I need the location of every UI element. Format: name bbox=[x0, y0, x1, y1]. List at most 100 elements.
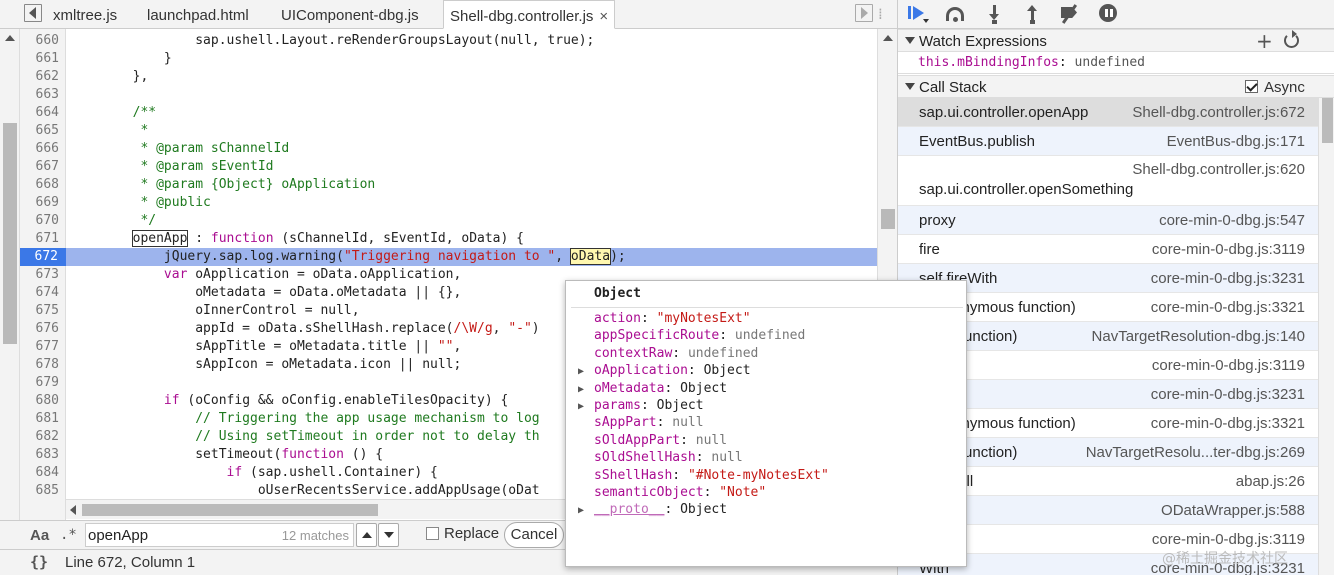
toggle-debugger-icon[interactable] bbox=[855, 4, 873, 22]
code-line[interactable]: 665 * bbox=[0, 122, 877, 140]
scrollbar-thumb[interactable] bbox=[1322, 98, 1333, 143]
frame-location[interactable]: NavTargetResolu...ter-dbg.js:269 bbox=[1086, 444, 1305, 461]
line-number[interactable]: 666 bbox=[20, 140, 59, 158]
code-line[interactable]: 671 openApp : function (sChannelId, sEve… bbox=[0, 230, 877, 248]
code-line[interactable]: 664 /** bbox=[0, 104, 877, 122]
line-number[interactable]: 684 bbox=[20, 464, 59, 482]
resume-icon[interactable] bbox=[907, 3, 929, 25]
line-number[interactable]: 678 bbox=[20, 356, 59, 374]
frame-location[interactable]: NavTargetResolution-dbg.js:140 bbox=[1092, 328, 1305, 345]
async-checkbox[interactable] bbox=[1245, 80, 1258, 93]
code-line[interactable]: 667 * @param sEventId bbox=[0, 158, 877, 176]
refresh-icon[interactable] bbox=[1284, 30, 1299, 48]
line-number[interactable]: 674 bbox=[20, 284, 59, 302]
scrollbar-thumb[interactable] bbox=[3, 123, 17, 344]
call-stack-scrollbar[interactable] bbox=[1318, 98, 1334, 575]
line-number[interactable]: 680 bbox=[20, 392, 59, 410]
line-number[interactable]: 661 bbox=[20, 50, 59, 68]
frame-location[interactable]: Shell-dbg.controller.js:672 bbox=[1132, 104, 1305, 121]
cancel-button[interactable]: Cancel bbox=[504, 522, 564, 548]
object-property[interactable]: ▶ oApplication: Object bbox=[578, 362, 751, 379]
expand-arrow-icon[interactable]: ▶ bbox=[578, 398, 594, 415]
line-number[interactable]: 676 bbox=[20, 320, 59, 338]
code-line[interactable]: 661 } bbox=[0, 50, 877, 68]
close-tab-icon[interactable]: × bbox=[599, 8, 608, 25]
tab-uicomponent[interactable]: UIComponent-dbg.js bbox=[281, 0, 419, 29]
frame-location[interactable]: EventBus-dbg.js:171 bbox=[1167, 133, 1305, 150]
code-line[interactable]: 669 * @public bbox=[0, 194, 877, 212]
scroll-left-icon[interactable] bbox=[70, 505, 76, 515]
step-out-icon[interactable] bbox=[1022, 3, 1044, 25]
match-case-toggle[interactable]: Aa bbox=[30, 527, 49, 544]
line-number[interactable]: 664 bbox=[20, 104, 59, 122]
frame-location[interactable]: core-min-0-dbg.js:3321 bbox=[1151, 415, 1305, 432]
find-next-button[interactable] bbox=[378, 523, 399, 547]
replace-checkbox[interactable] bbox=[426, 527, 439, 540]
line-number[interactable]: 679 bbox=[20, 374, 59, 392]
pretty-print-icon[interactable]: {} bbox=[30, 553, 48, 571]
code-line[interactable]: 670 */ bbox=[0, 212, 877, 230]
object-property[interactable]: ▶ params: Object bbox=[578, 397, 704, 414]
line-number[interactable]: 669 bbox=[20, 194, 59, 212]
code-line-current[interactable]: 672 jQuery.sap.log.warning("Triggering n… bbox=[0, 248, 877, 266]
pause-on-exceptions-icon[interactable] bbox=[1098, 3, 1120, 25]
watch-expressions-header[interactable]: Watch Expressions + bbox=[898, 29, 1334, 52]
call-frame[interactable]: proxy core-min-0-dbg.js:547 bbox=[898, 206, 1318, 235]
frame-location[interactable]: core-min-0-dbg.js:3119 bbox=[1152, 357, 1305, 374]
frame-location[interactable]: ODataWrapper.js:588 bbox=[1161, 502, 1305, 519]
line-number[interactable]: 683 bbox=[20, 446, 59, 464]
expand-arrow-icon[interactable]: ▶ bbox=[578, 363, 594, 380]
frame-location[interactable]: core-min-0-dbg.js:3321 bbox=[1151, 299, 1305, 316]
line-number[interactable]: 668 bbox=[20, 176, 59, 194]
line-number[interactable]: 682 bbox=[20, 428, 59, 446]
scroll-up-icon[interactable] bbox=[883, 35, 893, 41]
toggle-navigator-icon[interactable] bbox=[24, 4, 42, 22]
scroll-up-icon[interactable] bbox=[5, 35, 15, 41]
object-property[interactable]: ▶ oMetadata: Object bbox=[578, 380, 727, 397]
expand-arrow-icon[interactable]: ▶ bbox=[578, 502, 594, 519]
find-previous-button[interactable] bbox=[356, 523, 377, 547]
expand-arrow-icon[interactable]: ▶ bbox=[578, 381, 594, 398]
code-line[interactable]: 668 * @param {Object} oApplication bbox=[0, 176, 877, 194]
code-line[interactable]: 666 * @param sChannelId bbox=[0, 140, 877, 158]
step-into-icon[interactable] bbox=[984, 3, 1006, 25]
call-frame[interactable]: EventBus.publish EventBus-dbg.js:171 bbox=[898, 127, 1318, 156]
scrollbar-thumb[interactable] bbox=[881, 209, 895, 229]
line-number[interactable]: 681 bbox=[20, 410, 59, 428]
add-watch-button[interactable]: + bbox=[1256, 30, 1273, 52]
object-property[interactable]: ▶ __proto__: Object bbox=[578, 501, 727, 518]
code-line[interactable]: 663 bbox=[0, 86, 877, 104]
code-line[interactable]: 662 }, bbox=[0, 68, 877, 86]
tab-xmltree[interactable]: xmltree.js bbox=[53, 0, 117, 29]
watch-expression-row[interactable]: this.mBindingInfos: undefined bbox=[898, 52, 1334, 74]
line-number[interactable]: 675 bbox=[20, 302, 59, 320]
call-frame[interactable]: sap.ui.controller.openSomething Shell-dbg… bbox=[898, 156, 1318, 206]
frame-location[interactable]: core-min-0-dbg.js:3119 bbox=[1152, 241, 1305, 258]
tab-launchpad[interactable]: launchpad.html bbox=[147, 0, 249, 29]
line-number[interactable]: 665 bbox=[20, 122, 59, 140]
frame-location[interactable]: core-min-0-dbg.js:3231 bbox=[1151, 270, 1305, 287]
left-scrollbar[interactable] bbox=[0, 29, 20, 520]
code-line[interactable]: 660 sap.ushell.Layout.reRenderGroupsLayo… bbox=[0, 32, 877, 50]
line-number[interactable]: 660 bbox=[20, 32, 59, 50]
call-stack-header[interactable]: Call Stack Async bbox=[898, 75, 1334, 98]
search-input[interactable] bbox=[88, 526, 273, 544]
line-number[interactable]: 671 bbox=[20, 230, 59, 248]
line-number[interactable]: 667 bbox=[20, 158, 59, 176]
frame-location[interactable]: abap.js:26 bbox=[1236, 473, 1305, 490]
line-number[interactable]: 673 bbox=[20, 266, 59, 284]
frame-location[interactable]: core-min-0-dbg.js:3119 bbox=[1152, 531, 1305, 548]
regex-toggle[interactable]: .* bbox=[60, 527, 77, 543]
line-number[interactable]: 672 bbox=[20, 248, 66, 266]
line-number[interactable]: 670 bbox=[20, 212, 59, 230]
call-frame[interactable]: sap.ui.controller.openApp Shell-dbg.contr… bbox=[898, 98, 1318, 127]
frame-location[interactable]: core-min-0-dbg.js:547 bbox=[1159, 212, 1305, 229]
tab-shell-controller[interactable]: Shell-dbg.controller.js × bbox=[443, 0, 616, 29]
line-number[interactable]: 685 bbox=[20, 482, 59, 500]
line-number[interactable]: 663 bbox=[20, 86, 59, 104]
deactivate-breakpoints-icon[interactable] bbox=[1059, 3, 1081, 25]
frame-location[interactable]: Shell-dbg.controller.js:620 bbox=[1132, 161, 1305, 178]
scrollbar-thumb[interactable] bbox=[82, 504, 378, 516]
line-number[interactable]: 677 bbox=[20, 338, 59, 356]
frame-location[interactable]: core-min-0-dbg.js:3231 bbox=[1151, 386, 1305, 403]
